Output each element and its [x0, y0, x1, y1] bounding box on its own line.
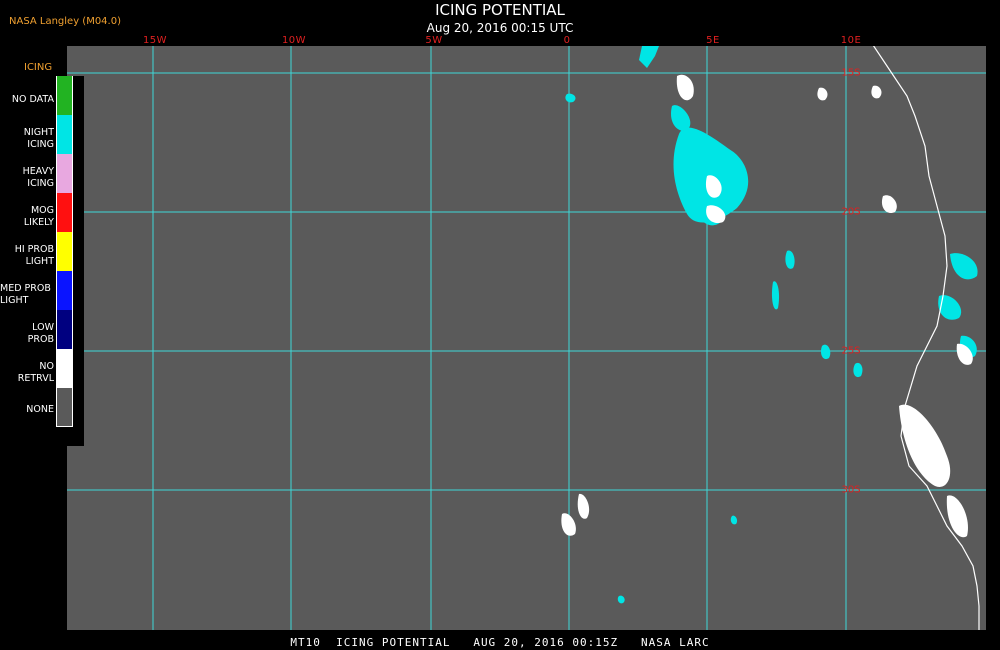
legend-item-med-prob-light: MED PROB LIGHT: [0, 271, 84, 310]
footer-caption: MT10 ICING POTENTIAL AUG 20, 2016 00:15Z…: [290, 636, 710, 649]
legend-swatch: [56, 154, 73, 193]
lat-label-25s: 25S: [841, 345, 861, 357]
legend-label: NIGHT ICING: [23, 127, 54, 150]
legend-swatch: [56, 193, 73, 232]
legend-swatch: [56, 271, 73, 310]
coastline: [872, 46, 980, 630]
legend-item-hi-prob-light: HI PROB LIGHT: [0, 232, 84, 271]
legend-swatch: [56, 76, 73, 115]
lat-label-30s: 30S: [841, 484, 861, 496]
legend-label: NO RETRVL: [17, 361, 54, 384]
legend-label: MED PROB LIGHT: [0, 283, 51, 306]
legend-item-none: NONE: [0, 388, 84, 427]
legend-swatch: [56, 232, 73, 271]
legend-item-heavy-icing: HEAVY ICING: [0, 154, 84, 193]
lat-label-15s: 15S: [841, 67, 861, 79]
legend-swatch: [56, 349, 73, 388]
legend-item-no-retrieval: NO RETRVL: [0, 349, 84, 388]
legend-item-low-prob: LOW PROB: [0, 310, 84, 349]
lat-label-20s: 20S: [841, 206, 861, 218]
grid-lines: [67, 46, 986, 630]
legend-label: HEAVY ICING: [22, 166, 54, 189]
lon-label-5e: 5E: [706, 35, 720, 46]
legend-swatch: [56, 388, 73, 427]
legend-label: NO DATA: [11, 94, 54, 105]
lon-label-10w: 10W: [281, 35, 307, 46]
legend: NO DATA NIGHT ICING HEAVY ICING MOG LIKE…: [0, 76, 84, 446]
legend-item-mog-likely: MOG LIKELY: [0, 193, 84, 232]
night-icing-clouds: [565, 46, 978, 604]
lon-label-15w: 15W: [142, 35, 168, 46]
lon-label-0: 0: [563, 35, 571, 46]
legend-swatch: [56, 115, 73, 154]
legend-label: HI PROB LIGHT: [14, 244, 54, 267]
map-title: ICING POTENTIAL: [435, 1, 565, 19]
legend-title: ICING: [24, 62, 53, 73]
lon-label-10e: 10E: [840, 35, 862, 46]
lon-label-5w: 5W: [425, 35, 443, 46]
legend-label: LOW PROB: [27, 322, 54, 345]
legend-label: NONE: [26, 404, 54, 415]
map-canvas: [67, 46, 986, 630]
map-timestamp: Aug 20, 2016 00:15 UTC: [426, 21, 574, 35]
legend-item-no-data: NO DATA: [0, 76, 84, 115]
legend-item-night-icing: NIGHT ICING: [0, 115, 84, 154]
legend-label: MOG LIKELY: [23, 205, 54, 228]
satellite-map[interactable]: [67, 46, 986, 630]
legend-swatch: [56, 310, 73, 349]
